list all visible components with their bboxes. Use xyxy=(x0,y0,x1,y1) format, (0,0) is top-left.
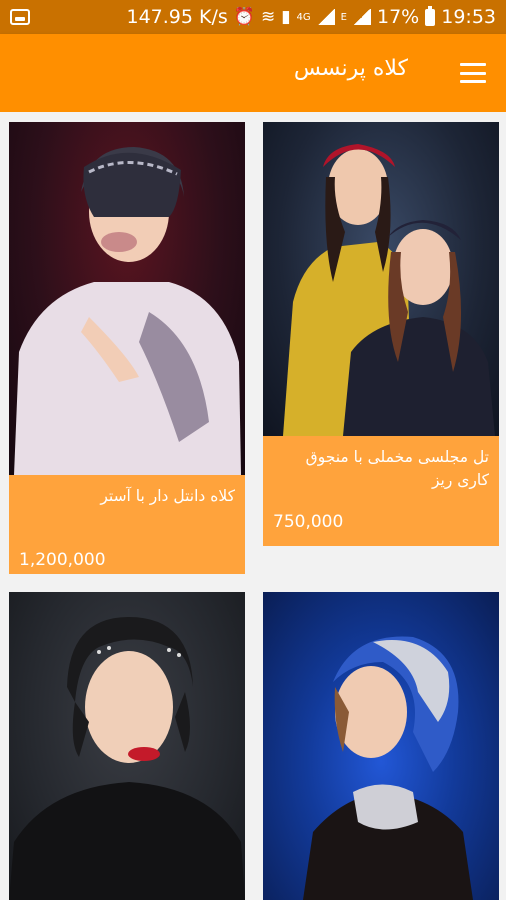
app-bar: کلاه پرنسس xyxy=(0,34,506,112)
status-bar-left xyxy=(10,9,30,25)
product-card[interactable] xyxy=(263,592,499,900)
network-type-badge: 4G xyxy=(296,11,311,23)
product-image xyxy=(263,122,499,436)
status-bar-right: 147.95 K/s ⏰ ≋ ▮ 4G E 17% 19:53 xyxy=(126,5,496,28)
product-image xyxy=(263,592,499,900)
product-card[interactable]: تل مجلسی مخملی با منجوق کاری ریز 750,000 xyxy=(263,122,499,546)
product-image xyxy=(9,592,245,900)
status-bar: 147.95 K/s ⏰ ≋ ▮ 4G E 17% 19:53 xyxy=(0,0,506,34)
product-title: کلاه دانتل دار با آستر xyxy=(100,487,235,505)
product-title: تل مجلسی مخملی با منجوق کاری ریز xyxy=(305,448,489,489)
battery-percent: 17% xyxy=(377,6,420,28)
image-icon xyxy=(10,9,30,25)
product-card[interactable]: کلاه دانتل دار با آستر 1,200,000 xyxy=(9,122,245,574)
sim-icon: ▮ xyxy=(281,6,291,27)
signal-icon xyxy=(353,9,371,25)
signal-icon xyxy=(316,9,335,25)
page-title: کلاه پرنسس xyxy=(293,56,408,81)
network-speed: 147.95 K/s xyxy=(126,6,228,28)
product-price: 1,200,000 xyxy=(19,550,106,570)
hamburger-menu-icon[interactable] xyxy=(460,63,486,83)
product-card[interactable] xyxy=(9,592,245,900)
clock: 19:53 xyxy=(441,6,496,28)
product-image xyxy=(9,122,245,475)
edge-badge: E xyxy=(340,11,347,23)
alarm-icon: ⏰ xyxy=(233,6,255,27)
product-price: 750,000 xyxy=(273,512,344,532)
battery-icon xyxy=(425,5,436,26)
wifi-icon: ≋ xyxy=(260,6,276,27)
product-grid: تل مجلسی مخملی با منجوق کاری ریز 750,000… xyxy=(0,112,506,900)
